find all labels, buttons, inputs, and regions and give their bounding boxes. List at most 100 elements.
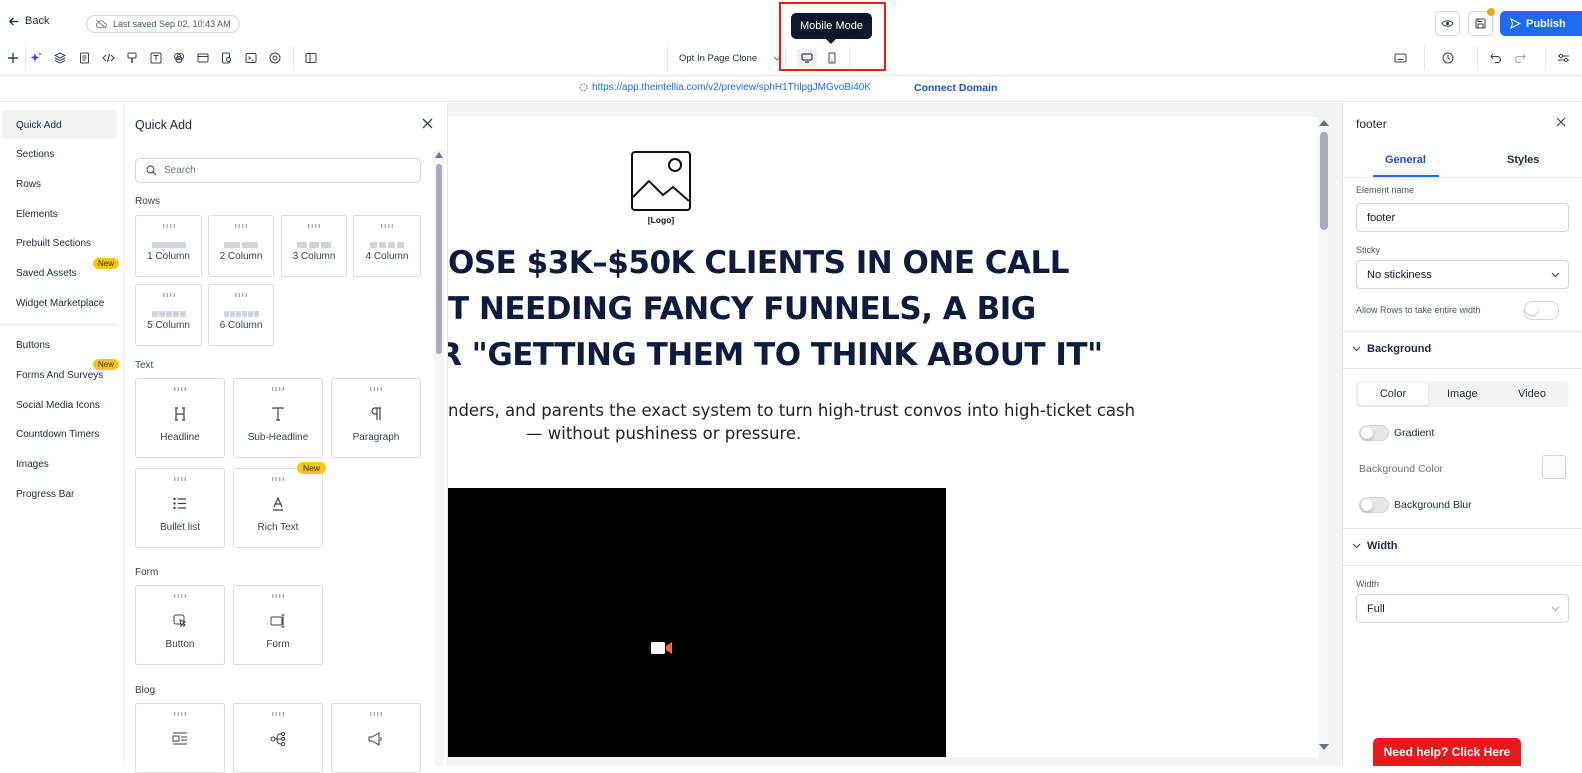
nav-item-prebuilt-sections[interactable]: Prebuilt Sections [16,238,91,249]
bg-color-swatch[interactable] [1542,455,1566,479]
nav-item-quick-add[interactable]: Quick Add [16,120,62,131]
tile-button[interactable]: Button [135,585,225,665]
preview-url[interactable]: https://app.theintellia.com/v2/preview/s… [579,82,871,93]
tile-2-column[interactable]: 2 Column [208,215,274,277]
redo-icon[interactable] [1511,49,1529,67]
tile-4-column[interactable]: 4 Column [353,215,421,277]
page-selector[interactable]: Opt In Page Clone [679,53,781,64]
tile-3-column[interactable]: 3 Column [281,215,347,277]
tile-blog-1[interactable] [135,703,225,773]
palette-icon[interactable] [170,49,188,67]
publish-button[interactable]: Publish [1500,11,1582,36]
canvas-scroll-down[interactable] [1319,744,1329,750]
section-divider [1343,528,1582,529]
nav-item-rows[interactable]: Rows [16,179,41,190]
background-section-header[interactable]: Background [1352,343,1431,355]
tile-rich-text[interactable]: Rich Text [233,468,323,548]
terminal-icon[interactable] [242,49,260,67]
tile-1-column[interactable]: 1 Column [135,215,202,277]
nav-item-elements[interactable]: Elements [16,209,58,220]
tab-styles[interactable]: Styles [1507,154,1539,166]
connect-domain-link[interactable]: Connect Domain [914,82,997,94]
back-button[interactable]: Back [8,15,49,27]
background-section-title: Background [1367,343,1432,355]
headline-icon [175,407,185,421]
bg-tab-image[interactable]: Image [1447,388,1478,400]
subheadline[interactable]: nders, and parents the exact system to t… [448,399,1135,445]
section-label-text: Text [135,360,154,371]
tile-headline[interactable]: Headline [135,378,225,458]
width-section-header[interactable]: Width [1352,540,1397,552]
form-input-icon [270,614,285,628]
section-label-blog: Blog [135,685,156,696]
panel-scrollbar-thumb[interactable] [436,164,442,354]
preview-button[interactable] [1435,11,1460,36]
file-search-icon[interactable] [218,49,236,67]
chevron-down-icon [1551,606,1560,611]
paragraph-icon [371,407,381,420]
tab-general[interactable]: General [1385,154,1426,166]
page-icon[interactable] [75,49,93,67]
sidebar-toggle-icon[interactable] [302,49,320,67]
chevron-down-icon [1352,346,1361,352]
tile-blog-3[interactable] [331,703,421,773]
headline-line-3: R "GETTING THEM TO THINK ABOUT IT" [448,337,1103,373]
width-select[interactable]: Full [1356,594,1569,623]
canvas-scroll-up[interactable] [1319,120,1329,126]
paint-icon[interactable] [123,49,141,67]
layers-icon[interactable] [51,49,69,67]
canvas-scroll-thumb[interactable] [1320,132,1328,230]
panel-scrollbar-track[interactable] [434,150,444,766]
bg-tab-video[interactable]: Video [1518,388,1546,400]
bg-tab-color[interactable]: Color [1358,383,1428,405]
tile-5-column[interactable]: 5 Column [135,284,202,346]
canvas-scrollbar[interactable] [1318,117,1330,757]
headline[interactable]: OSE $3K–$50K CLIENTS IN ONE CALL T NEEDI… [448,240,1330,378]
ai-sparkle-icon[interactable] [27,49,45,67]
bg-blur-label: Background Blur [1394,499,1472,511]
settings-sliders-icon[interactable] [1554,49,1572,67]
nav-item-countdown-timers[interactable]: Countdown Timers [16,429,99,440]
megaphone-icon [368,732,382,746]
element-name-input[interactable]: footer [1356,203,1569,232]
scroll-up-arrow[interactable] [435,152,443,158]
nav-item-forms-and-surveys[interactable]: Forms And Surveys [16,370,103,381]
undo-icon[interactable] [1487,49,1505,67]
nav-item-social-media-icons[interactable]: Social Media Icons [16,400,100,411]
nav-item-progress-bar[interactable]: Progress Bar [16,489,74,500]
sticky-select[interactable]: No stickiness [1356,260,1569,289]
nav-item-images[interactable]: Images [16,459,49,470]
help-button[interactable]: Need help? Click Here [1373,738,1521,766]
help-button-label: Need help? Click Here [1383,745,1511,759]
search-field[interactable]: Search [135,158,421,183]
video-camera-icon [651,642,672,654]
nav-item-widget-marketplace[interactable]: Widget Marketplace [16,298,104,309]
tile-sub-headline[interactable]: Sub-Headline [233,378,323,458]
code-icon[interactable] [99,49,117,67]
nav-item-sections[interactable]: Sections [16,149,54,160]
tile-form[interactable]: Form [233,585,323,665]
logo-placeholder[interactable] [631,151,691,211]
loading-icon [579,83,588,92]
video-block[interactable] [448,488,946,757]
keyboard-icon[interactable] [1391,49,1409,67]
bg-blur-toggle[interactable] [1359,497,1389,513]
gradient-toggle[interactable] [1359,425,1389,441]
back-label: Back [25,15,50,27]
tile-6-column[interactable]: 6 Column [208,284,274,346]
text-icon[interactable] [147,49,165,67]
chrome-icon[interactable] [266,49,284,67]
add-icon[interactable] [4,49,22,67]
window-icon[interactable] [194,49,212,67]
tile-bullet-list[interactable]: Bullet list [135,468,225,548]
tile-paragraph[interactable]: Paragraph [331,378,421,458]
nav-item-saved-assets[interactable]: Saved Assets [16,268,77,279]
new-badge: New [93,258,120,269]
close-properties-button[interactable] [1556,117,1566,127]
tile-blog-2[interactable] [233,703,323,773]
search-icon [146,165,157,176]
allow-rows-toggle[interactable] [1524,301,1559,320]
history-icon[interactable] [1439,49,1457,67]
nav-item-buttons[interactable]: Buttons [16,340,50,351]
close-panel-button[interactable] [422,118,433,129]
